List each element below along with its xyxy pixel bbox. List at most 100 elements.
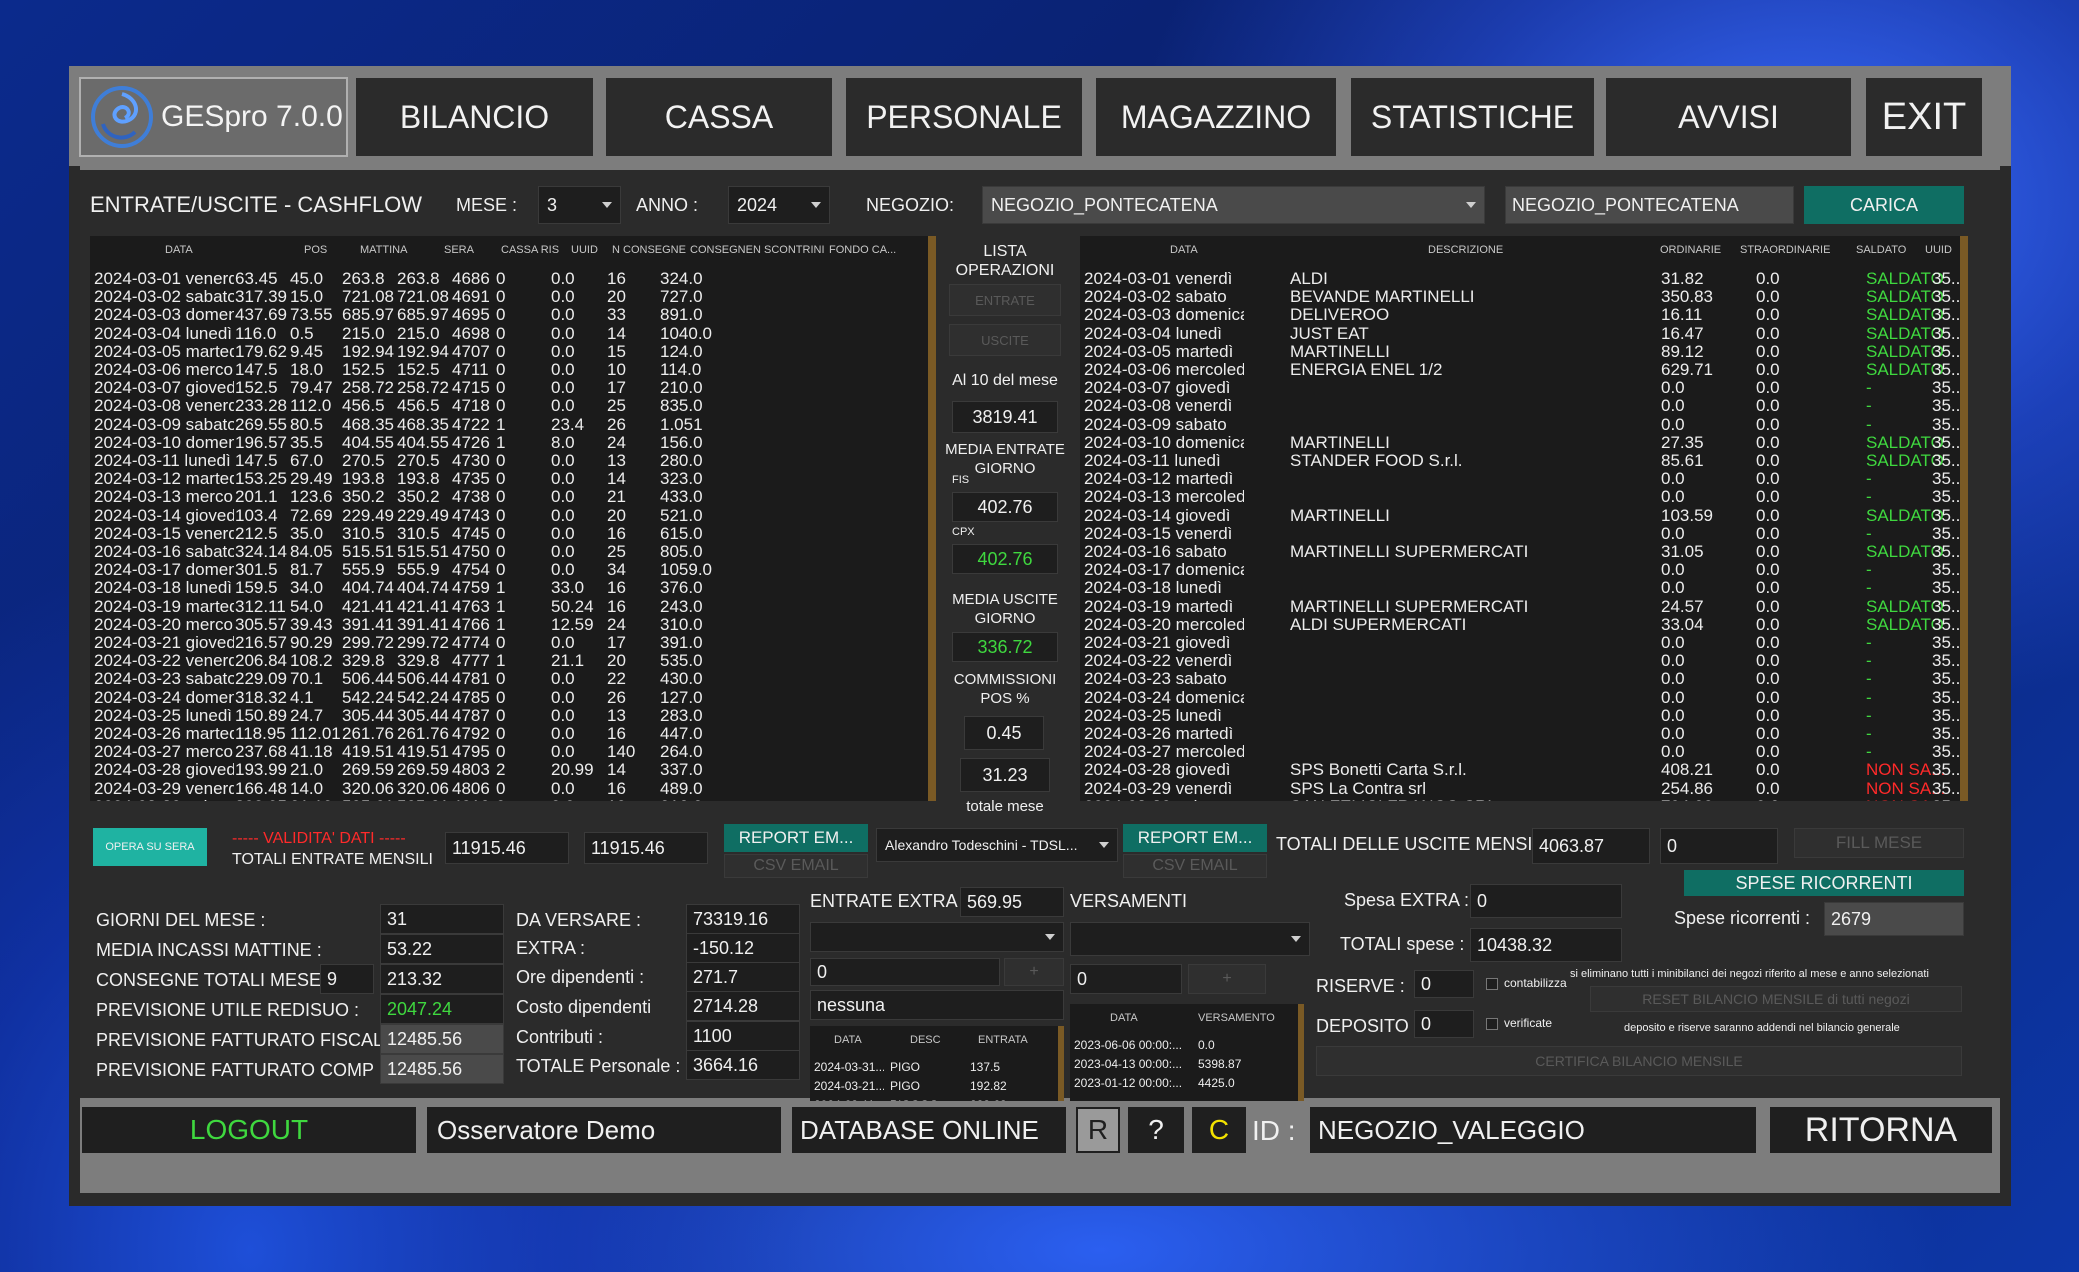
entrate-table-row[interactable]: 2024-03-06 mercoledì147.518.0152.5152.54… [90, 361, 936, 379]
nav-statistiche-button[interactable]: STATISTICHE [1351, 78, 1594, 156]
add-entrata-button[interactable]: + [1004, 958, 1064, 986]
fill-mese-button[interactable]: FILL MESE [1794, 828, 1964, 858]
entrate-table-row[interactable]: 2024-03-23 sabato 229.09 70.1 506.44 506.44 4… [90, 670, 936, 688]
mese-select[interactable]: 3 [538, 186, 621, 224]
certifica-bilancio-button[interactable]: CERTIFICA BILANCIO MENSILE [1316, 1046, 1962, 1076]
entrate-table-row[interactable]: 2024-03-19 martedì 312.11 54.0 421.41 421.41… [90, 598, 936, 616]
uscite-table-row[interactable]: 2024-03-12 martedì 0.0 0.0-35... [1080, 470, 1968, 488]
uscite-table-row[interactable]: 2024-03-17 domenica 0.0 0.0-35... [1080, 561, 1968, 579]
versamenti-table[interactable]: DATA VERSAMENTO 2023-06-06 00:00:... 0.0 2… [1070, 1004, 1298, 1110]
uscite-table-row[interactable]: 2024-03-10 domenica MARTINELLI 27.35 0.0 SAL… [1080, 434, 1968, 452]
versamenti-row[interactable]: 2023-04-13 00:00:... 5398.87 [1070, 1055, 1298, 1074]
uscite-table-row[interactable]: 2024-03-04 lunedì JUST EAT 16.47 0.0 SALDATO… [1080, 325, 1968, 343]
deposito-value[interactable]: 0 [1414, 1010, 1474, 1038]
entrate-table-row[interactable]: 2024-03-01 venerdì 63.45 45.0 263.8 263.8 468… [90, 270, 936, 288]
uscite-table-row[interactable]: 2024-03-18 lunedì 0.0 0.0-35... [1080, 579, 1968, 597]
uscite-table-row[interactable]: 2024-03-22 venerdì 0.0 0.0-35... [1080, 652, 1968, 670]
negozio-select[interactable]: NEGOZIO_PONTECATENA [982, 186, 1485, 224]
uscite-table-row[interactable]: 2024-03-09 sabato 0.0 0.0-35... [1080, 416, 1968, 434]
entrate-table-row[interactable]: 2024-03-17 domenica301.581.7555.9555.947… [90, 561, 936, 579]
uscite-table-row[interactable]: 2024-03-24 domenica 0.0 0.0-35... [1080, 689, 1968, 707]
entrate-table-row[interactable]: 2024-03-09 sabato 269.55 80.5 468.35 468.35 4… [90, 416, 936, 434]
entrate-table-row[interactable]: 2024-03-21 giovedì 216.57 90.29 299.72 299.7… [90, 634, 936, 652]
nav-cassa-button[interactable]: CASSA [606, 78, 832, 156]
versamenti-select[interactable] [1070, 922, 1310, 956]
uscite-table-row[interactable]: 2024-03-02 sabato BEVANDE MARTINELLI 350.8… [1080, 288, 1968, 306]
entrate-table-row[interactable]: 2024-03-18 lunedì 159.5 34.0 404.74 404.74 47… [90, 579, 936, 597]
spesa-extra-value[interactable]: 0 [1470, 884, 1622, 918]
uscite-table-row[interactable]: 2024-03-23 sabato 0.0 0.0-35... [1080, 670, 1968, 688]
contabilizza-checkbox[interactable] [1486, 978, 1498, 990]
entrate-extra-amount[interactable]: 0 [810, 958, 1000, 986]
entrate-table-row[interactable]: 2024-03-20 mercoledì305.5739.43391.41391… [90, 616, 936, 634]
uscite-table-row[interactable]: 2024-03-03 domenica DELIVEROO 16.11 0.0 SALD… [1080, 306, 1968, 324]
entrate-table-row[interactable]: 2024-03-08 venerdì 233.28 112.0 456.5 456.5 4… [90, 397, 936, 415]
c-button[interactable]: C [1192, 1107, 1246, 1153]
exit-button[interactable]: EXIT [1866, 78, 1982, 156]
verificate-checkbox[interactable] [1486, 1018, 1498, 1030]
entrate-extra-scrollbar[interactable] [1058, 1026, 1064, 1110]
anno-select[interactable]: 2024 [728, 186, 830, 224]
entrate-table-row[interactable]: 2024-03-29 venerdì 166.48 14.0 320.06 320.06… [90, 780, 936, 798]
help-button[interactable]: ? [1128, 1107, 1184, 1153]
entrate-table-row[interactable]: 2024-03-25 lunedì 150.89 24.7 305.44 305.44 4… [90, 707, 936, 725]
carica-button[interactable]: CARICA [1804, 186, 1964, 224]
uscite-table-row[interactable]: 2024-03-21 giovedì 0.0 0.0-35... [1080, 634, 1968, 652]
csv-email-button-1[interactable]: CSV EMAIL [724, 854, 868, 878]
uscite-table-row[interactable]: 2024-03-28 giovedì SPS Bonetti Carta S.r.… [1080, 761, 1968, 779]
entrate-table-row[interactable]: 2024-03-15 venerdì 212.5 35.0 310.5 310.5 474… [90, 525, 936, 543]
nav-magazzino-button[interactable]: MAGAZZINO [1096, 78, 1336, 156]
entrate-table-row[interactable]: 2024-03-24 domenica318.324.1542.24542.24… [90, 689, 936, 707]
spese-ricorrenti-button[interactable]: SPESE RICORRENTI [1684, 870, 1964, 896]
entrate-table-row[interactable]: 2024-03-16 sabato 324.14 84.05 515.51 515.51… [90, 543, 936, 561]
uscite-scrollbar[interactable] [1960, 236, 1968, 801]
add-versamento-button[interactable]: + [1188, 964, 1266, 994]
nav-avvisi-button[interactable]: AVVISI [1606, 78, 1851, 156]
uscite-table-row[interactable]: 2024-03-06 mercoledì ENERGIA ENEL 1/2 629.… [1080, 361, 1968, 379]
uscite-table[interactable]: DATA DESCRIZIONE ORDINARIE STRAORDINARIE… [1080, 236, 1968, 801]
entrate-extra-row[interactable]: 2024-03-21... PIGO 192.82 [810, 1077, 1058, 1096]
logout-button[interactable]: LOGOUT [82, 1107, 416, 1153]
uscite-table-row[interactable]: 2024-03-13 mercoledì 0.0 0.0-35... [1080, 488, 1968, 506]
ritorna-button[interactable]: RITORNA [1770, 1107, 1992, 1153]
versamento-amount[interactable]: 0 [1070, 964, 1182, 994]
opera-su-sera-button[interactable]: OPERA SU SERA [93, 828, 207, 866]
uscite-table-row[interactable]: 2024-03-26 martedì 0.0 0.0-35... [1080, 725, 1968, 743]
uscite-button[interactable]: USCITE [949, 324, 1061, 356]
entrate-button[interactable]: ENTRATE [949, 284, 1061, 316]
csv-email-button-2[interactable]: CSV EMAIL [1123, 854, 1267, 878]
entrate-table-row[interactable]: 2024-03-26 martedì 118.95 112.01 261.76 261.… [90, 725, 936, 743]
entrate-table-row[interactable]: 2024-03-04 lunedì 116.0 0.5 215.0 215.0 4698 0… [90, 325, 936, 343]
uscite-table-row[interactable]: 2024-03-16 sabato MARTINELLI SUPERMERCATI… [1080, 543, 1968, 561]
entrate-table-row[interactable]: 2024-03-12 martedì 153.25 29.49 193.8 193.8 4… [90, 470, 936, 488]
entrate-table-row[interactable]: 2024-03-27 mercoledì237.6841.18419.51419… [90, 743, 936, 761]
uscite-table-row[interactable]: 2024-03-20 mercoledì ALDI SUPERMERCATI 33.… [1080, 616, 1968, 634]
entrate-table-row[interactable]: 2024-03-11 lunedì 147.5 67.0 270.5 270.5 4730… [90, 452, 936, 470]
entrate-table-row[interactable]: 2024-03-22 venerdì 206.84 108.2 329.8 329.8 4… [90, 652, 936, 670]
versamenti-row[interactable]: 2023-06-06 00:00:... 0.0 [1070, 1036, 1298, 1055]
uscite-table-row[interactable]: 2024-03-27 mercoledì 0.0 0.0-35... [1080, 743, 1968, 761]
versamenti-scrollbar[interactable] [1298, 1004, 1304, 1110]
versamenti-row[interactable]: 2023-01-12 00:00:... 4425.0 [1070, 1074, 1298, 1093]
riserve-value[interactable]: 0 [1414, 970, 1474, 998]
entrate-table-row[interactable]: 2024-03-05 martedì 179.62 9.45 192.94 192.94… [90, 343, 936, 361]
uscite-table-row[interactable]: 2024-03-11 lunedì STANDER FOOD S.r.l. 85.6… [1080, 452, 1968, 470]
r-button[interactable]: R [1076, 1107, 1120, 1153]
employee-select[interactable]: Alexandro Todeschini - TDSL... [876, 828, 1118, 862]
uscite-table-row[interactable]: 2024-03-14 giovedì MARTINELLI 103.59 0.0 SAL… [1080, 507, 1968, 525]
entrate-scrollbar[interactable] [928, 236, 936, 801]
entrate-table[interactable]: DATA POS MATTINA SERA CASSA RIS UUID N C… [90, 236, 936, 801]
entrate-table-row[interactable]: 2024-03-30 sabato398.9521.19505.61505.61… [90, 798, 936, 801]
uscite-table-row[interactable]: 2024-03-29 venerdì SPS La Contra srl 254.8… [1080, 780, 1968, 798]
entrate-table-row[interactable]: 2024-03-10 domenica196.5735.5404.55404.5… [90, 434, 936, 452]
uscite-table-row[interactable]: 2024-03-15 venerdì 0.0 0.0-35... [1080, 525, 1968, 543]
entrate-extra-desc[interactable]: nessuna [810, 990, 1064, 1020]
nav-bilancio-button[interactable]: BILANCIO [356, 78, 593, 156]
report-email-button-2[interactable]: REPORT EM... [1123, 824, 1267, 852]
nav-personale-button[interactable]: PERSONALE [846, 78, 1082, 156]
entrate-table-row[interactable]: 2024-03-07 giovedì 152.5 79.47 258.72 258.72… [90, 379, 936, 397]
uscite-table-row[interactable]: 2024-03-07 giovedì 0.0 0.0-35... [1080, 379, 1968, 397]
entrate-table-row[interactable]: 2024-03-28 giovedì 193.99 21.0 269.59 269.59… [90, 761, 936, 779]
uscite-table-row[interactable]: 2024-03-05 martedì MARTINELLI 89.12 0.0 SALD… [1080, 343, 1968, 361]
uscite-table-row[interactable]: 2024-03-08 venerdì 0.0 0.0-35... [1080, 397, 1968, 415]
